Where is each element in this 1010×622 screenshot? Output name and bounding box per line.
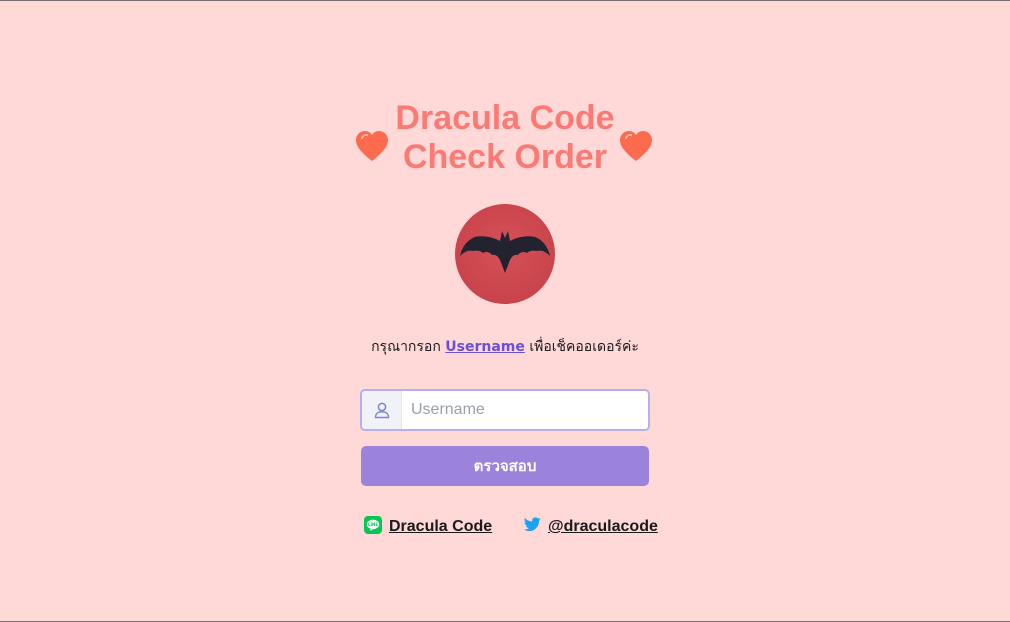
heart-icon	[618, 129, 654, 163]
svg-text:LINE: LINE	[368, 522, 378, 527]
instruction-prefix: กรุณากรอก	[371, 339, 441, 355]
instruction-text: กรุณากรอก Username เพื่อเช็คออเดอร์ค่ะ	[0, 336, 1010, 358]
user-icon	[362, 391, 402, 429]
username-field-group	[360, 389, 650, 431]
twitter-icon	[523, 517, 541, 537]
page-title: Dracula Code Check Order	[0, 99, 1010, 177]
instruction-suffix: เพื่อเช็คออเดอร์ค่ะ	[529, 339, 639, 355]
line-label[interactable]: Dracula Code	[389, 518, 492, 536]
line-link[interactable]: LINE Dracula Code	[364, 515, 492, 539]
heart-icon	[354, 129, 390, 163]
title-line-1: Dracula Code	[395, 99, 615, 137]
twitter-label[interactable]: @draculacode	[548, 518, 658, 536]
twitter-link[interactable]: @draculacode	[523, 516, 658, 538]
username-input[interactable]	[402, 391, 648, 429]
check-button-label: ตรวจสอบ	[473, 457, 537, 475]
bat-logo	[455, 204, 555, 304]
title-line-2: Check Order	[402, 138, 608, 176]
username-link[interactable]: Username	[445, 339, 525, 355]
check-button[interactable]: ตรวจสอบ	[361, 446, 649, 486]
line-icon: LINE	[364, 515, 382, 539]
